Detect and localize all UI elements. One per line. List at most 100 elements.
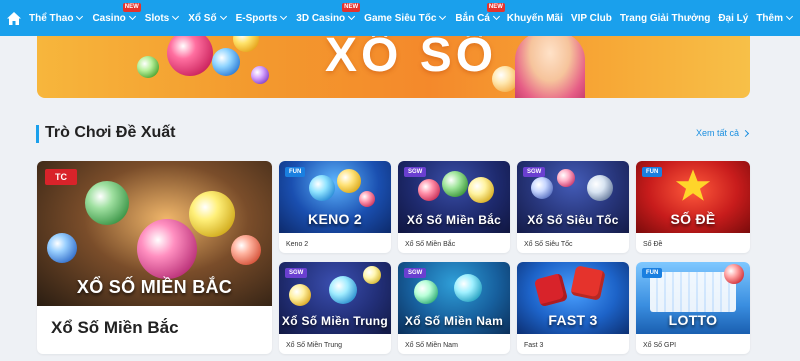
game-thumbnail: FUN KENO 2 bbox=[279, 161, 391, 233]
nav-item-ban-ca[interactable]: Bắn Cá NEW bbox=[455, 2, 505, 24]
fun-tag: FUN bbox=[642, 268, 663, 278]
game-thumb-label: Xổ Số Miền Nam bbox=[404, 314, 504, 328]
chevron-down-icon bbox=[76, 12, 84, 21]
game-name: Xổ Số GPI bbox=[643, 342, 677, 349]
nav-link-khuyen-mai[interactable]: Khuyến Mãi bbox=[507, 13, 563, 24]
see-all-link[interactable]: Xem tất cả bbox=[696, 128, 750, 138]
chevron-down-icon bbox=[785, 12, 794, 21]
lottery-ball-image bbox=[189, 191, 235, 237]
game-thumbnail: FUN SỐ ĐỀ bbox=[636, 161, 750, 233]
lottery-ball-image bbox=[251, 66, 269, 84]
game-name: Xổ Số Miền Nam bbox=[405, 342, 458, 349]
game-thumbnail: SGW Xổ Số Miền Bắc bbox=[398, 161, 510, 233]
game-card-fast-3[interactable]: FAST 3 Fast 3 bbox=[517, 262, 629, 354]
lottery-ball-image bbox=[442, 171, 468, 197]
featured-game-card[interactable]: TC XỔ SỐ MIỀN BẮC Xổ Số Miền Bắc bbox=[37, 161, 272, 354]
game-card-xo-so-gpi[interactable]: FUN LOTTO Xổ Số GPI bbox=[636, 262, 750, 354]
section-accent-bar bbox=[36, 125, 39, 143]
game-card-xo-so-mien-bac[interactable]: SGW Xổ Số Miền Bắc Xổ Số Miền Bắc bbox=[398, 161, 510, 253]
nav-item-slots[interactable]: Slots bbox=[145, 12, 180, 24]
lottery-ball-image bbox=[337, 169, 361, 193]
game-card-keno-2[interactable]: FUN KENO 2 Keno 2 bbox=[279, 161, 391, 253]
banner-title: XỔ SỐ bbox=[325, 36, 498, 82]
featured-thumb-label: XỔ SỐ MIỀN BẮC bbox=[76, 277, 233, 297]
chevron-down-icon bbox=[280, 12, 288, 21]
chevron-down-icon bbox=[172, 12, 180, 21]
star-icon bbox=[675, 169, 711, 201]
game-thumb-label: Xổ Số Miền Bắc bbox=[406, 213, 502, 227]
chevron-right-icon bbox=[741, 129, 750, 137]
lottery-ball-image bbox=[309, 175, 335, 201]
fun-tag: FUN bbox=[642, 167, 663, 177]
game-name: Xổ Số Siêu Tốc bbox=[524, 241, 573, 248]
nav-item-game-sieu-toc[interactable]: Game Siêu Tốc bbox=[364, 12, 447, 24]
nav-item-esports[interactable]: E-Sports bbox=[236, 12, 288, 24]
game-thumb-label: SỐ ĐỀ bbox=[670, 211, 716, 227]
sgw-tag: SGW bbox=[404, 167, 427, 177]
dice-image bbox=[570, 265, 606, 301]
new-badge: NEW bbox=[122, 2, 141, 12]
lottery-ball-image bbox=[85, 181, 129, 225]
game-thumb-label: Xổ Số Siêu Tốc bbox=[527, 213, 619, 227]
chevron-down-icon bbox=[219, 12, 227, 21]
lotto-ticket-image bbox=[650, 272, 736, 312]
game-card-xo-so-mien-trung[interactable]: SGW Xổ Số Miền Trung Xổ Số Miền Trung bbox=[279, 262, 391, 354]
nav-item-the-thao[interactable]: Thể Thao bbox=[29, 12, 84, 24]
game-name: Xổ Số Miền Bắc bbox=[405, 241, 456, 248]
dice-image bbox=[533, 272, 569, 308]
game-card-xo-so-sieu-toc[interactable]: SGW Xổ Số Siêu Tốc Xổ Số Siêu Tốc bbox=[517, 161, 629, 253]
game-name: Số Đề bbox=[643, 241, 663, 248]
nav-item-casino[interactable]: Casino NEW bbox=[92, 2, 141, 24]
game-thumb-label: FAST 3 bbox=[548, 312, 598, 328]
lottery-ball-image bbox=[557, 169, 575, 187]
sgw-tag: SGW bbox=[523, 167, 546, 177]
nav-link-vip-club[interactable]: VIP Club bbox=[571, 13, 612, 24]
game-thumb-label: Xổ Số Miền Trung bbox=[281, 314, 389, 328]
game-thumbnail: FAST 3 bbox=[517, 262, 629, 334]
tc-tag: TC bbox=[45, 169, 77, 185]
fun-tag: FUN bbox=[285, 167, 306, 177]
home-icon[interactable] bbox=[5, 9, 23, 27]
game-thumb-label: LOTTO bbox=[668, 312, 718, 328]
nav-right-group: Khuyến Mãi VIP Club Trang Giải Thưởng Đạ… bbox=[499, 0, 794, 36]
game-card-so-de[interactable]: FUN SỐ ĐỀ Số Đề bbox=[636, 161, 750, 253]
featured-game-thumbnail: TC XỔ SỐ MIỀN BẮC bbox=[37, 161, 272, 306]
nav-link-dai-ly[interactable]: Đại Lý bbox=[718, 13, 748, 24]
game-thumbnail: FUN LOTTO bbox=[636, 262, 750, 334]
lottery-ball-image bbox=[724, 264, 744, 284]
nav-link-trang-giai-thuong[interactable]: Trang Giải Thưởng bbox=[620, 13, 710, 24]
sgw-tag: SGW bbox=[404, 268, 427, 278]
new-badge: NEW bbox=[342, 2, 361, 12]
game-card-xo-so-mien-nam[interactable]: SGW Xổ Số Miền Nam Xổ Số Miền Nam bbox=[398, 262, 510, 354]
lottery-ball-image bbox=[289, 284, 311, 306]
lottery-ball-image bbox=[468, 177, 494, 203]
game-name: Xổ Số Miền Trung bbox=[286, 342, 343, 349]
lottery-ball-image bbox=[137, 56, 159, 78]
game-name: Fast 3 bbox=[524, 342, 544, 349]
featured-game-name: Xổ Số Miền Bắc bbox=[51, 318, 179, 337]
nav-link-them[interactable]: Thêm bbox=[756, 12, 794, 24]
chevron-down-icon bbox=[128, 12, 136, 21]
chevron-down-icon bbox=[348, 12, 356, 21]
sgw-tag: SGW bbox=[285, 268, 308, 278]
lottery-ball-image bbox=[47, 233, 77, 263]
chevron-down-icon bbox=[439, 12, 447, 21]
game-thumbnail: SGW Xổ Số Miền Trung bbox=[279, 262, 391, 334]
lottery-ball-image bbox=[531, 177, 553, 199]
lottery-ball-image bbox=[418, 179, 440, 201]
lottery-ball-image bbox=[233, 36, 259, 52]
top-nav: Thể Thao Casino NEW Slots Xổ Số E-Sports … bbox=[0, 0, 800, 36]
banner-model-image bbox=[515, 36, 585, 98]
lottery-ball-image bbox=[212, 48, 240, 76]
xo-so-banner[interactable]: XỔ SỐ bbox=[37, 36, 750, 98]
nav-item-xo-so[interactable]: Xổ Số bbox=[188, 12, 227, 24]
nav-item-3d-casino[interactable]: 3D Casino NEW bbox=[296, 2, 361, 24]
lottery-ball-image bbox=[587, 175, 613, 201]
lottery-ball-image bbox=[167, 36, 213, 76]
game-name: Keno 2 bbox=[286, 241, 309, 248]
lottery-ball-image bbox=[329, 276, 357, 304]
lottery-ball-image bbox=[231, 235, 261, 265]
lottery-ball-image bbox=[414, 280, 438, 304]
game-thumb-label: KENO 2 bbox=[308, 211, 362, 227]
game-thumbnail: SGW Xổ Số Miền Nam bbox=[398, 262, 510, 334]
